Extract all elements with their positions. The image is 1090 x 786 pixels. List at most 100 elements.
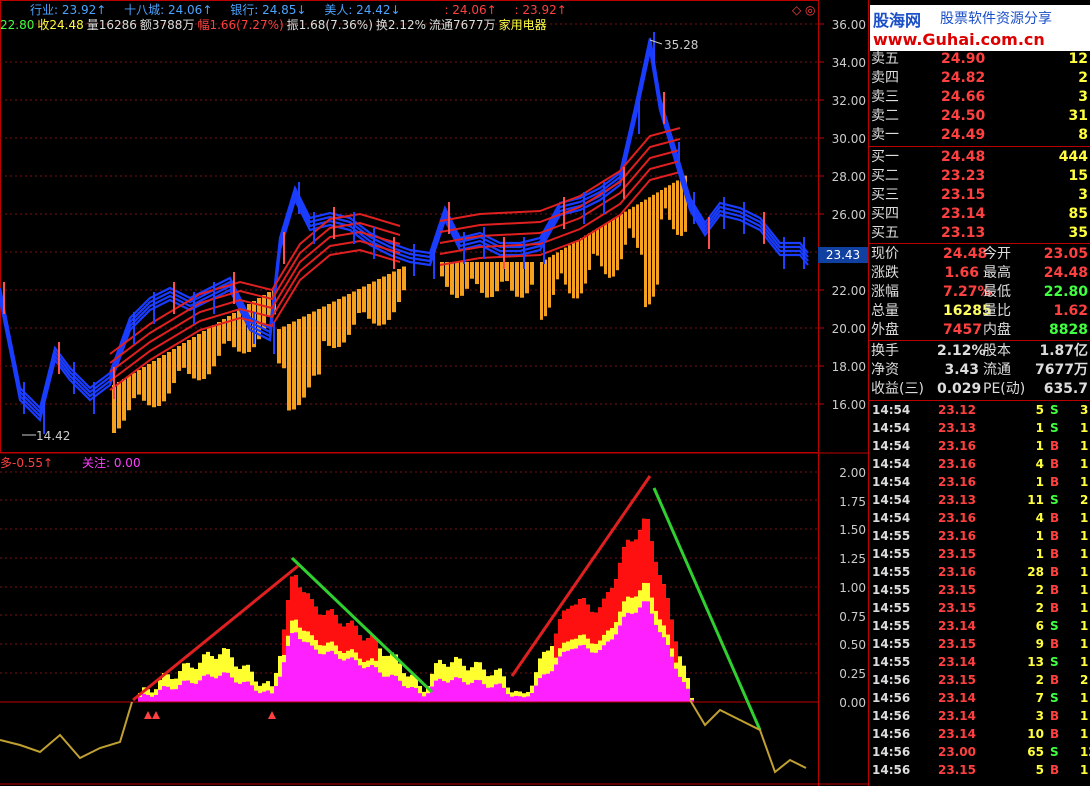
tick-row[interactable]: 14:55 23.14 6 S 1 <box>870 617 1090 635</box>
tick-time: 14:54 <box>872 493 911 507</box>
indicator-bar <box>474 679 478 702</box>
tick-row[interactable]: 14:55 23.14 13 S 1 <box>870 653 1090 671</box>
tick-row[interactable]: 14:54 23.16 1 B 1 <box>870 437 1090 455</box>
bid-row[interactable]: 买五 23.13 35 <box>871 224 1090 243</box>
bid-row[interactable]: 买二 23.23 15 <box>871 167 1090 186</box>
ask-row[interactable]: 卖二 24.50 31 <box>871 107 1090 126</box>
indicator-bar <box>610 639 614 702</box>
volume-bar <box>624 211 627 245</box>
bid-volume: 85 <box>1068 206 1088 222</box>
tick-row[interactable]: 14:55 23.15 2 B 1 <box>870 599 1090 617</box>
tick-volume: 28 <box>1027 565 1044 579</box>
ask-row[interactable]: 卖三 24.66 3 <box>871 88 1090 107</box>
bid-row[interactable]: 买三 23.15 3 <box>871 186 1090 205</box>
volume-bar <box>287 324 291 411</box>
indicator-bar <box>606 591 610 631</box>
kline-chart[interactable] <box>0 0 868 786</box>
bid-row[interactable]: 买一 24.48 444 <box>871 148 1090 167</box>
tick-row[interactable]: 14:54 23.16 4 B 1 <box>870 455 1090 473</box>
tick-row[interactable]: 14:54 23.13 11 S 2 <box>870 491 1090 509</box>
close-value: 收24.48 <box>37 18 84 32</box>
fund-value: 1.87亿 <box>1039 343 1088 359</box>
indicator-bar <box>478 680 482 702</box>
ask-row[interactable]: 卖一 24.49 8 <box>871 126 1090 145</box>
tick-count: 1 <box>1080 691 1089 705</box>
indicator-bar <box>190 683 194 702</box>
tick-side: B <box>1050 601 1060 615</box>
indicator-bar <box>302 592 306 631</box>
tick-row[interactable]: 14:55 23.16 1 B 1 <box>870 527 1090 545</box>
indicator-bar <box>642 518 646 583</box>
indicator-bar <box>270 693 274 702</box>
tick-row[interactable]: 14:56 23.00 65 S 12 <box>870 743 1090 761</box>
indicator-bar <box>470 682 474 702</box>
tick-row[interactable]: 14:56 23.14 10 B 1 <box>870 725 1090 743</box>
volume-bar <box>564 247 567 285</box>
tick-row[interactable]: 14:56 23.14 7 S 1 <box>870 689 1090 707</box>
tick-count: 1 <box>1080 655 1089 669</box>
volume-bar <box>152 361 156 408</box>
ask-row[interactable]: 卖五 24.90 12 <box>871 50 1090 69</box>
volume-bar <box>122 379 126 421</box>
indicator-bar <box>330 650 334 702</box>
indicator-bar <box>446 682 450 702</box>
tick-row[interactable]: 14:54 23.16 1 B 1 <box>870 473 1090 491</box>
tick-price: 23.15 <box>938 673 976 687</box>
indicator-bar <box>510 696 514 702</box>
tick-side: B <box>1050 565 1060 579</box>
tick-side: B <box>1050 457 1060 471</box>
tick-row[interactable]: 14:54 23.13 1 S 1 <box>870 419 1090 437</box>
chart-area[interactable]: 行业: 23.92↑ 十八城: 24.06↑ 银行: 24.85↓ 美人: 24… <box>0 0 868 786</box>
indicator-bar <box>494 684 498 702</box>
tick-row[interactable]: 14:54 23.12 5 S 3 <box>870 401 1090 419</box>
quote-label: 最高 <box>983 265 1011 281</box>
volume-bar <box>177 346 181 371</box>
tick-count: 1 <box>1080 529 1089 543</box>
indicator-bar <box>370 665 374 702</box>
indicator-bar <box>294 575 298 620</box>
ask-volume: 8 <box>1078 127 1088 143</box>
tick-row[interactable]: 14:56 23.15 5 B 1 <box>870 761 1090 779</box>
corner-icons[interactable]: ◇ ◎ <box>792 3 816 17</box>
tick-row[interactable]: 14:56 23.14 3 B 1 <box>870 707 1090 725</box>
bid-volume: 444 <box>1058 149 1088 165</box>
fund-label: 股本 <box>983 343 1011 359</box>
tick-count: 1 <box>1080 475 1089 489</box>
indicator-bar <box>586 648 590 702</box>
indicator-bar <box>622 616 626 702</box>
indicator-bar <box>406 687 410 702</box>
fund-row: 净资 3.43 流通 7677万 <box>871 361 1090 380</box>
indicator-bar <box>294 632 298 702</box>
tick-row[interactable]: 14:55 23.16 28 B 1 <box>870 563 1090 581</box>
indicator-bar <box>662 637 666 702</box>
tick-price: 23.13 <box>938 493 976 507</box>
indicator-bar <box>546 673 550 702</box>
volume-bar <box>460 262 464 296</box>
volume-bar <box>568 245 571 294</box>
quote-label: 外盘 <box>871 322 899 338</box>
quote-label: 量比 <box>983 303 1011 319</box>
tick-row[interactable]: 14:54 23.16 4 B 1 <box>870 509 1090 527</box>
indicator-bar <box>658 574 662 620</box>
indicator-bar <box>482 684 486 702</box>
indicator-bar <box>346 658 350 702</box>
ask-row[interactable]: 卖四 24.82 2 <box>871 69 1090 88</box>
volume-bar <box>137 370 141 395</box>
hdr-item: 十八城: 24.06↑ <box>124 3 213 17</box>
logo-banner[interactable]: 股海网 股票软件资源分享 www.Guhai.com.cn <box>870 5 1090 51</box>
tick-row[interactable]: 14:55 23.15 2 B 1 <box>870 581 1090 599</box>
tick-price: 23.15 <box>938 637 976 651</box>
tick-side: B <box>1050 727 1060 741</box>
fund-row: 收益(三) 0.029 PE(动) 635.7 <box>871 380 1090 399</box>
indicator-bar <box>630 613 634 702</box>
price-tick-label: 34.00 <box>831 56 866 70</box>
tick-row[interactable]: 14:56 23.15 2 B 2 <box>870 671 1090 689</box>
quote-row: 总量 16285 量比 1.62 <box>871 302 1090 321</box>
quote-label: 最低 <box>983 284 1011 300</box>
indicator-bar <box>254 690 258 702</box>
tick-row[interactable]: 14:55 23.15 1 B 1 <box>870 545 1090 563</box>
volume-bar <box>212 325 216 367</box>
volume-bar <box>387 274 391 320</box>
bid-row[interactable]: 买四 23.14 85 <box>871 205 1090 224</box>
tick-row[interactable]: 14:55 23.15 9 B 1 <box>870 635 1090 653</box>
